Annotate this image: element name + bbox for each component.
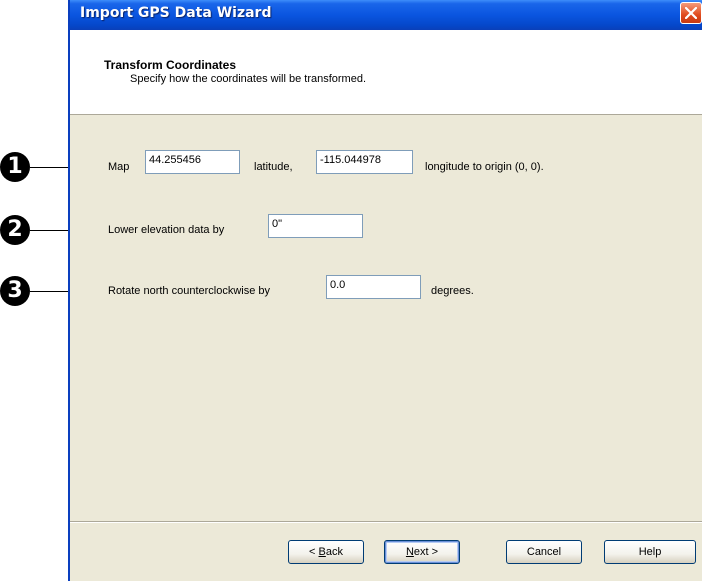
page-title: Transform Coordinates: [104, 58, 237, 72]
window-title: Import GPS Data Wizard: [80, 5, 272, 21]
next-button-rest: ext >: [413, 546, 439, 558]
page-subtitle: Specify how the coordinates will be tran…: [130, 73, 367, 85]
back-button-mnemonic: B: [318, 546, 326, 558]
wizard-body: Map 44.255456 latitude, -115.044978 long…: [70, 115, 702, 581]
latitude-label: latitude,: [254, 161, 293, 173]
back-button[interactable]: < Back: [288, 540, 364, 564]
next-button[interactable]: Next >: [384, 540, 460, 564]
cancel-button[interactable]: Cancel: [506, 540, 582, 564]
next-button-mnemonic: N: [405, 546, 414, 558]
close-button[interactable]: [680, 2, 702, 24]
title-bar[interactable]: Import GPS Data Wizard: [70, 0, 702, 31]
help-button[interactable]: Help: [604, 540, 696, 564]
callout-3: 3: [0, 276, 30, 306]
elevation-input[interactable]: 0": [268, 214, 363, 238]
back-button-rest: ack: [325, 546, 343, 558]
close-icon: [685, 7, 697, 19]
degrees-label: degrees.: [431, 285, 474, 297]
rotate-north-label: Rotate north counterclockwise by: [108, 285, 271, 297]
callout-2: 2: [0, 215, 30, 245]
longitude-input[interactable]: -115.044978: [316, 150, 413, 174]
wizard-header: Transform Coordinates Specify how the co…: [70, 30, 702, 115]
map-label: Map: [108, 161, 130, 173]
latitude-input[interactable]: 44.255456: [145, 150, 240, 174]
longitude-label: longitude to origin (0, 0).: [425, 161, 544, 173]
back-button-prefix: <: [309, 546, 319, 558]
rotation-input[interactable]: 0.0: [326, 275, 421, 299]
button-divider: [70, 521, 702, 523]
callout-1: 1: [0, 152, 30, 182]
lower-elevation-label: Lower elevation data by: [108, 224, 225, 236]
wizard-window: Import GPS Data Wizard Transform Coordin…: [68, 0, 702, 581]
